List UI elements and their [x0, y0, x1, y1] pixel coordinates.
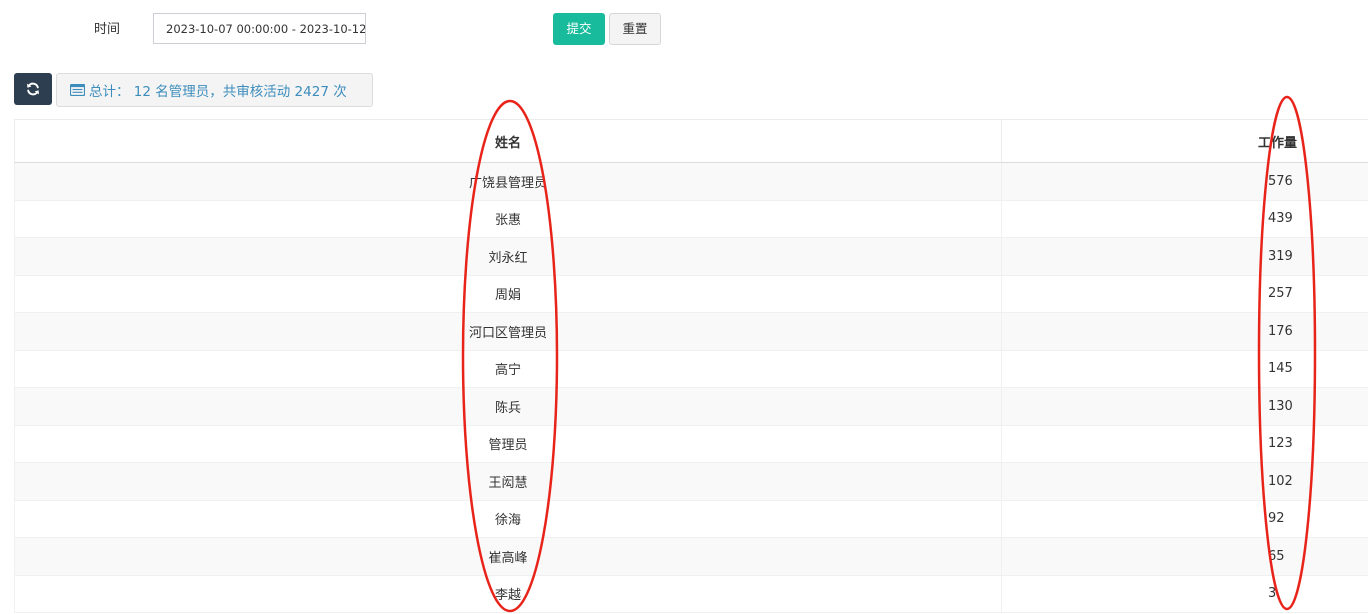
row-workload-cell: 65	[1001, 537, 1368, 576]
table-row: 崔高峰 65	[14, 537, 1368, 576]
row-name-cell: 周娟	[14, 274, 1002, 313]
admin-workload-page: 时间 提交 重置 总计： 12 名管理员，共审核活动 2427 次 姓名 工作量	[0, 0, 1368, 614]
list-icon	[70, 84, 85, 96]
table-row: 李越 3	[14, 574, 1368, 613]
row-name-cell: 崔高峰	[14, 537, 1002, 576]
row-workload-cell: 123	[1001, 424, 1368, 463]
table-row: 刘永红 319	[14, 237, 1368, 276]
summary-text: 总计： 12 名管理员，共审核活动 2427 次	[89, 84, 347, 100]
row-name-cell: 李越	[14, 574, 1002, 613]
row-workload-cell: 92	[1001, 499, 1368, 538]
summary-badge: 总计： 12 名管理员，共审核活动 2427 次	[56, 73, 373, 107]
row-workload-cell: 102	[1001, 462, 1368, 501]
column-header-workload[interactable]: 工作量	[1001, 119, 1368, 163]
date-range-input[interactable]	[153, 13, 366, 44]
row-workload-cell: 176	[1001, 312, 1368, 351]
table-row: 管理员 123	[14, 424, 1368, 463]
row-name-cell: 王闳慧	[14, 462, 1002, 501]
submit-button[interactable]: 提交	[553, 13, 605, 45]
table-row: 高宁 145	[14, 349, 1368, 388]
refresh-button[interactable]	[14, 73, 52, 105]
row-workload-cell: 576	[1001, 162, 1368, 201]
row-name-cell: 张惠	[14, 199, 1002, 238]
reset-button[interactable]: 重置	[609, 13, 661, 45]
workload-table: 姓名 工作量 广饶县管理员 576 张惠 439 刘永红 319 周娟 257	[14, 119, 1368, 613]
row-name-cell: 徐海	[14, 499, 1002, 538]
table-header-row: 姓名 工作量	[14, 119, 1368, 163]
row-workload-cell: 439	[1001, 199, 1368, 238]
refresh-icon	[27, 82, 39, 96]
table-row: 河口区管理员 176	[14, 312, 1368, 351]
row-name-cell: 刘永红	[14, 237, 1002, 276]
row-workload-cell: 319	[1001, 237, 1368, 276]
row-name-cell: 广饶县管理员	[14, 162, 1002, 201]
row-name-cell: 高宁	[14, 349, 1002, 388]
table-row: 广饶县管理员 576	[14, 162, 1368, 201]
table-row: 王闳慧 102	[14, 462, 1368, 501]
column-header-name[interactable]: 姓名	[14, 119, 1002, 163]
row-workload-cell: 130	[1001, 387, 1368, 426]
table-row: 张惠 439	[14, 199, 1368, 238]
row-workload-cell: 145	[1001, 349, 1368, 388]
table-row: 陈兵 130	[14, 387, 1368, 426]
table-row: 周娟 257	[14, 274, 1368, 313]
row-name-cell: 河口区管理员	[14, 312, 1002, 351]
table-row: 徐海 92	[14, 499, 1368, 538]
row-workload-cell: 3	[1001, 574, 1368, 613]
row-workload-cell: 257	[1001, 274, 1368, 313]
time-filter-label: 时间	[94, 22, 121, 37]
row-name-cell: 管理员	[14, 424, 1002, 463]
row-name-cell: 陈兵	[14, 387, 1002, 426]
